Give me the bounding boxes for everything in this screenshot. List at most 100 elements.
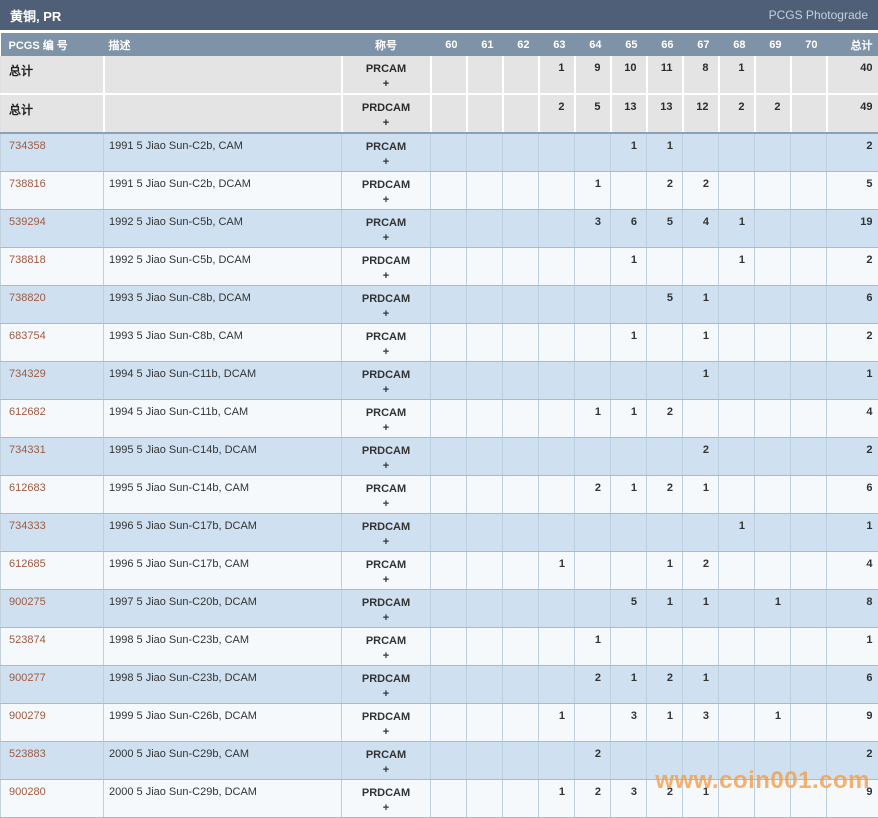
designation-label: PRCAM xyxy=(343,558,429,573)
designation-plus: + xyxy=(343,269,429,284)
designation-plus: + xyxy=(343,307,429,322)
total-cell: 2 xyxy=(827,133,878,172)
grade-cell-70 xyxy=(791,476,827,514)
description-cell: 1999 5 Jiao Sun-C26b, DCAM xyxy=(104,704,342,742)
description-cell: 1991 5 Jiao Sun-C2b, CAM xyxy=(104,133,342,172)
grade-cell-65: 5 xyxy=(611,590,647,628)
table-row: 7343291994 5 Jiao Sun-C11b, DCAMPRDCAM+1… xyxy=(1,362,878,400)
grade-cell-60 xyxy=(431,780,467,818)
description-cell: 1995 5 Jiao Sun-C14b, DCAM xyxy=(104,438,342,476)
grade-cell-67 xyxy=(683,248,719,286)
total-cell: 40 xyxy=(827,56,878,94)
grade-cell-68 xyxy=(719,400,755,438)
designation-label: PRDCAM xyxy=(343,786,429,801)
designation-plus: + xyxy=(343,573,429,588)
grade-cell-64 xyxy=(575,438,611,476)
designation-plus: + xyxy=(343,459,429,474)
pcgs-number-link[interactable]: 900280 xyxy=(1,780,104,818)
grade-cell-70 xyxy=(791,438,827,476)
grade-cell-60 xyxy=(431,666,467,704)
col-header-grade-70: 70 xyxy=(791,33,827,56)
grade-cell-63 xyxy=(539,590,575,628)
pcgs-number-link[interactable]: 738816 xyxy=(1,172,104,210)
col-header-grade-66: 66 xyxy=(647,33,683,56)
grade-cell-69 xyxy=(755,248,791,286)
grade-cell-67: 2 xyxy=(683,552,719,590)
grade-cell-65 xyxy=(611,742,647,780)
grade-cell-66: 1 xyxy=(647,552,683,590)
pcgs-number-link[interactable]: 738820 xyxy=(1,286,104,324)
summary-label: 总计 xyxy=(1,94,104,133)
grade-cell-61 xyxy=(467,628,503,666)
designation-cell: PRCAM+ xyxy=(342,400,431,438)
photograde-link[interactable]: PCGS Photograde xyxy=(769,8,868,22)
grade-cell-64 xyxy=(575,590,611,628)
grade-cell-61 xyxy=(467,742,503,780)
grade-cell-66: 2 xyxy=(647,476,683,514)
col-header-grade-67: 67 xyxy=(683,33,719,56)
page-title: 黄铜, PR xyxy=(10,6,61,25)
grade-cell-63 xyxy=(539,476,575,514)
table-row: 7388161991 5 Jiao Sun-C2b, DCAMPRDCAM+12… xyxy=(1,172,878,210)
pcgs-number-link[interactable]: 900279 xyxy=(1,704,104,742)
grade-cell-70 xyxy=(791,362,827,400)
pcgs-number-link[interactable]: 900277 xyxy=(1,666,104,704)
total-cell: 5 xyxy=(827,172,878,210)
designation-plus: + xyxy=(343,155,429,170)
grade-cell-63 xyxy=(539,286,575,324)
col-header-grade-64: 64 xyxy=(575,33,611,56)
grade-cell-68 xyxy=(719,666,755,704)
grade-cell-64: 5 xyxy=(575,94,611,133)
designation-plus: + xyxy=(343,801,429,816)
pcgs-number-link[interactable]: 683754 xyxy=(1,324,104,362)
designation-cell: PRCAM+ xyxy=(342,552,431,590)
grade-cell-67: 3 xyxy=(683,704,719,742)
grade-cell-62 xyxy=(503,286,539,324)
grade-cell-65 xyxy=(611,172,647,210)
grade-cell-63: 1 xyxy=(539,56,575,94)
pcgs-number-link[interactable]: 734333 xyxy=(1,514,104,552)
designation-cell: PRCAM+ xyxy=(342,210,431,248)
pcgs-number-link[interactable]: 612682 xyxy=(1,400,104,438)
grade-cell-61 xyxy=(467,286,503,324)
grade-cell-66: 2 xyxy=(647,400,683,438)
grade-cell-62 xyxy=(503,210,539,248)
grade-cell-63: 1 xyxy=(539,552,575,590)
col-header-pcgs-number: PCGS 编 号 xyxy=(1,33,104,56)
grade-cell-69 xyxy=(755,172,791,210)
pcgs-number-link[interactable]: 612685 xyxy=(1,552,104,590)
grade-cell-69 xyxy=(755,133,791,172)
pcgs-number-link[interactable]: 539294 xyxy=(1,210,104,248)
grade-cell-62 xyxy=(503,94,539,133)
grade-cell-69 xyxy=(755,514,791,552)
total-cell: 2 xyxy=(827,742,878,780)
grade-cell-67: 1 xyxy=(683,286,719,324)
pcgs-number-link[interactable]: 738818 xyxy=(1,248,104,286)
grade-cell-62 xyxy=(503,704,539,742)
grade-cell-64: 9 xyxy=(575,56,611,94)
pcgs-number-link[interactable]: 523883 xyxy=(1,742,104,780)
pcgs-number-link[interactable]: 734329 xyxy=(1,362,104,400)
grade-cell-68 xyxy=(719,476,755,514)
grade-cell-67: 2 xyxy=(683,172,719,210)
summary-row: 总计PRDCAM+251313122249 xyxy=(1,94,878,133)
pcgs-number-link[interactable]: 612683 xyxy=(1,476,104,514)
total-cell: 8 xyxy=(827,590,878,628)
grade-cell-60 xyxy=(431,210,467,248)
designation-cell: PRCAM+ xyxy=(342,628,431,666)
pcgs-number-link[interactable]: 734358 xyxy=(1,133,104,172)
total-cell: 4 xyxy=(827,400,878,438)
pcgs-number-link[interactable]: 523874 xyxy=(1,628,104,666)
grade-cell-61 xyxy=(467,133,503,172)
table-row: 5238832000 5 Jiao Sun-C29b, CAMPRCAM+22 xyxy=(1,742,878,780)
pcgs-number-link[interactable]: 900275 xyxy=(1,590,104,628)
grade-cell-70 xyxy=(791,172,827,210)
grade-cell-68 xyxy=(719,286,755,324)
description-cell: 1997 5 Jiao Sun-C20b, DCAM xyxy=(104,590,342,628)
designation-plus: + xyxy=(343,763,429,778)
grade-cell-60 xyxy=(431,514,467,552)
grade-cell-61 xyxy=(467,210,503,248)
grade-cell-68 xyxy=(719,590,755,628)
pcgs-number-link[interactable]: 734331 xyxy=(1,438,104,476)
grade-cell-60 xyxy=(431,324,467,362)
